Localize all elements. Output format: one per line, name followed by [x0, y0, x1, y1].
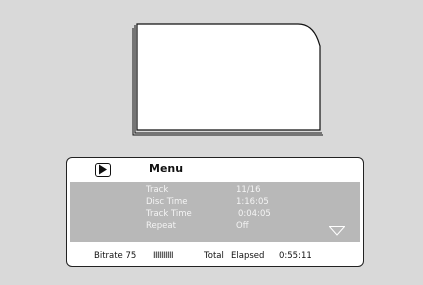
status-bar: Bitrate 75 IIIIIIIIII Total Elapsed 0:55… [67, 251, 363, 265]
osd-panel: Menu Track 11/16 Disc Time 1:16:05 Track… [66, 157, 364, 267]
info-row-disc-time: Disc Time 1:16:05 [70, 197, 360, 208]
info-row-track-time: Track Time 0:04:05 [70, 209, 360, 220]
elapsed-value: 0:55:11 [279, 251, 312, 261]
info-label: Track [146, 185, 169, 195]
elapsed-label: Elapsed [231, 251, 265, 261]
info-label: Track Time [146, 209, 192, 219]
info-value: 1:16:05 [236, 197, 269, 207]
triangle-down-icon[interactable] [329, 226, 345, 236]
total-label: Total [204, 251, 224, 261]
osd-header: Menu [67, 158, 363, 182]
play-icon[interactable] [95, 163, 111, 177]
menu-title[interactable]: Menu [149, 162, 183, 175]
info-label: Repeat [146, 221, 176, 231]
bitrate-label: Bitrate 75 [94, 251, 137, 261]
disc-illustration [132, 23, 323, 136]
info-value: Off [236, 221, 249, 231]
bitrate-meter: IIIIIIIIII [153, 251, 174, 261]
info-label: Disc Time [146, 197, 188, 207]
info-row-repeat: Repeat Off [70, 221, 360, 232]
info-value: 0:04:05 [238, 209, 271, 219]
info-row-track: Track 11/16 [70, 185, 360, 196]
info-list: Track 11/16 Disc Time 1:16:05 Track Time… [70, 182, 360, 242]
info-value: 11/16 [236, 185, 261, 195]
